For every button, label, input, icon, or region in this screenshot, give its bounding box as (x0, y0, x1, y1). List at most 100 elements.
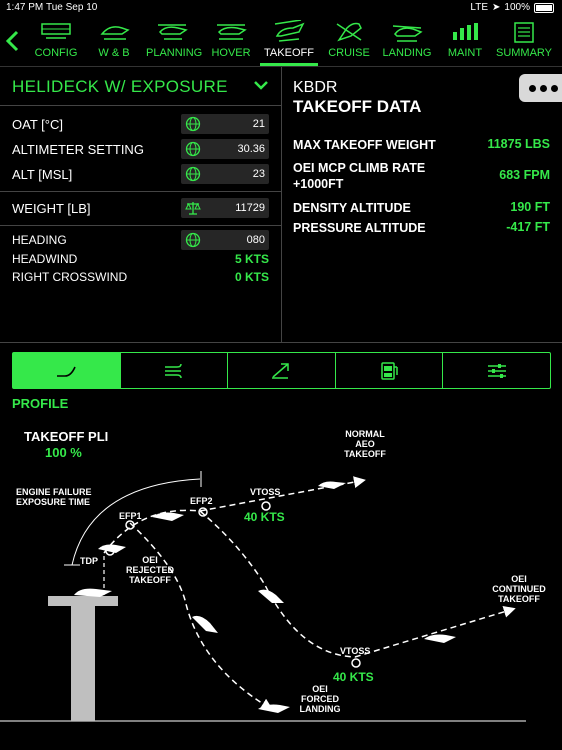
tab-label: CONFIG (34, 47, 78, 59)
status-date: Tue Sep 10 (46, 2, 98, 13)
tab-planning[interactable]: PLANNING (146, 18, 202, 66)
continued-label-3: TAKEOFF (498, 594, 540, 604)
vtoss-bottom-label: VTOSS (340, 646, 370, 656)
alt-input[interactable]: 23 (181, 164, 269, 184)
wind-icon (164, 363, 182, 378)
location-icon: ➤ (492, 2, 501, 13)
oat-value: 21 (252, 118, 265, 130)
chevron-down-icon (254, 81, 268, 90)
marker-vtoss-top (261, 501, 271, 511)
oei-climb-rate-row: OEI MCP CLIMB RATE +1000FT 683 FPM (293, 160, 550, 194)
input-panel: HELIDECK W/ EXPOSURE OAT [°C] 21 ALTIMET… (0, 67, 282, 342)
landing-icon (392, 25, 423, 42)
altimeter-input[interactable]: 30.36 (181, 139, 269, 159)
segment-fuel[interactable] (336, 353, 444, 388)
alt-row: ALT [MSL] 23 (0, 164, 281, 186)
globe-icon[interactable] (185, 232, 201, 248)
hover-icon (217, 24, 247, 40)
maint-icon (453, 23, 478, 40)
tab-label: HOVER (211, 47, 251, 59)
normal-label-2: AEO (355, 439, 375, 449)
climb-icon (272, 362, 290, 379)
tab-takeoff[interactable]: TAKEOFF (260, 18, 318, 66)
takeoff-data-panel: KBDR TAKEOFF DATA MAX TAKEOFF WEIGHT 118… (282, 67, 562, 342)
density-altitude-row: DENSITY ALTITUDE 190 FT (293, 200, 550, 218)
altimeter-label: ALTIMETER SETTING (12, 142, 144, 157)
data-key: MAX TAKEOFF WEIGHT (293, 138, 436, 152)
tab-label: LANDING (382, 47, 432, 59)
globe-icon[interactable] (185, 166, 201, 182)
tab-label: TAKEOFF (264, 47, 314, 59)
view-selector (12, 352, 551, 389)
tab-weight-balance[interactable]: W & B (92, 18, 136, 66)
forced-landing-path (129, 522, 274, 711)
divider (0, 191, 281, 192)
marker-vtoss-bottom (351, 658, 361, 668)
helideck-platform (48, 596, 118, 721)
helicopter-icon (192, 615, 218, 633)
tab-summary[interactable]: SUMMARY (494, 18, 554, 66)
carrier-label: LTE (470, 2, 489, 13)
data-key: DENSITY ALTITUDE (293, 201, 411, 215)
weight-balance-icon (100, 26, 130, 40)
segment-wind[interactable] (121, 353, 229, 388)
segment-profile[interactable] (13, 353, 121, 388)
efp1-label: EFP1 (119, 511, 142, 521)
helicopter-icon (258, 704, 290, 713)
oat-row: OAT [°C] 21 (0, 114, 281, 136)
helicopter-icon (424, 634, 456, 643)
crosswind-label: RIGHT CROSSWIND (12, 270, 128, 284)
globe-icon[interactable] (185, 141, 201, 157)
tab-label: CRUISE (328, 47, 370, 59)
weight-input[interactable]: 11729 (181, 198, 269, 218)
oat-input[interactable]: 21 (181, 114, 269, 134)
crosswind-row: RIGHT CROSSWIND 0 KTS (0, 267, 281, 289)
dot-icon (529, 85, 536, 92)
scale-icon[interactable] (185, 200, 201, 216)
more-options-button[interactable] (519, 74, 562, 102)
tab-cruise[interactable]: CRUISE (326, 18, 372, 66)
alt-value: 23 (252, 168, 265, 180)
config-icon (41, 23, 71, 39)
data-value: 683 FPM (499, 168, 550, 182)
max-takeoff-weight-row: MAX TAKEOFF WEIGHT 11875 LBS (293, 137, 550, 155)
tab-config[interactable]: CONFIG (30, 18, 82, 66)
altimeter-row: ALTIMETER SETTING 30.36 (0, 139, 281, 161)
battery-icon (534, 2, 554, 13)
globe-icon[interactable] (185, 116, 201, 132)
continued-takeoff-path (199, 510, 516, 658)
section-divider (0, 342, 562, 343)
weight-row: WEIGHT [LB] 11729 (0, 198, 281, 220)
settings-sliders-icon (487, 363, 506, 378)
back-chevron-icon[interactable] (4, 28, 22, 54)
takeoff-pli-value: 100 % (45, 445, 82, 460)
tab-label: W & B (98, 47, 130, 59)
tab-maint[interactable]: MAINT (442, 18, 488, 66)
continued-label-2: CONTINUED (492, 584, 546, 594)
weight-label: WEIGHT [LB] (12, 201, 91, 216)
headwind-value: 5 KTS (234, 252, 269, 266)
tab-label: PLANNING (146, 47, 203, 59)
tab-landing[interactable]: LANDING (380, 18, 434, 66)
vtoss-bottom-value: 40 KTS (333, 670, 374, 684)
heading-label: HEADING (12, 233, 67, 247)
segment-settings[interactable] (443, 353, 550, 388)
helideck-selector[interactable]: HELIDECK W/ EXPOSURE (0, 67, 281, 106)
pressure-altitude-row: PRESSURE ALTITUDE -417 FT (293, 220, 550, 238)
heading-input[interactable]: 080 (181, 230, 269, 250)
engine-failure-label-1: ENGINE FAILURE (16, 487, 92, 497)
tab-hover[interactable]: HOVER (208, 18, 254, 66)
rejected-label-1: OEI (142, 555, 158, 565)
efp2-label: EFP2 (190, 496, 213, 506)
takeoff-profile-diagram: TAKEOFF PLI 100 % NORMAL AEO TAKEOFF ENG… (0, 429, 546, 722)
tab-label: SUMMARY (495, 47, 553, 59)
takeoff-icon (274, 20, 305, 42)
crosswind-value: 0 KTS (234, 270, 269, 284)
vtoss-top-label: VTOSS (250, 487, 280, 497)
oat-label: OAT [°C] (12, 117, 63, 132)
forced-label-1: OEI (312, 684, 328, 694)
takeoff-pli-label: TAKEOFF PLI (24, 429, 108, 444)
heading-value: 080 (246, 234, 265, 246)
segment-climb[interactable] (228, 353, 336, 388)
status-time: 1:47 PM (6, 2, 44, 13)
